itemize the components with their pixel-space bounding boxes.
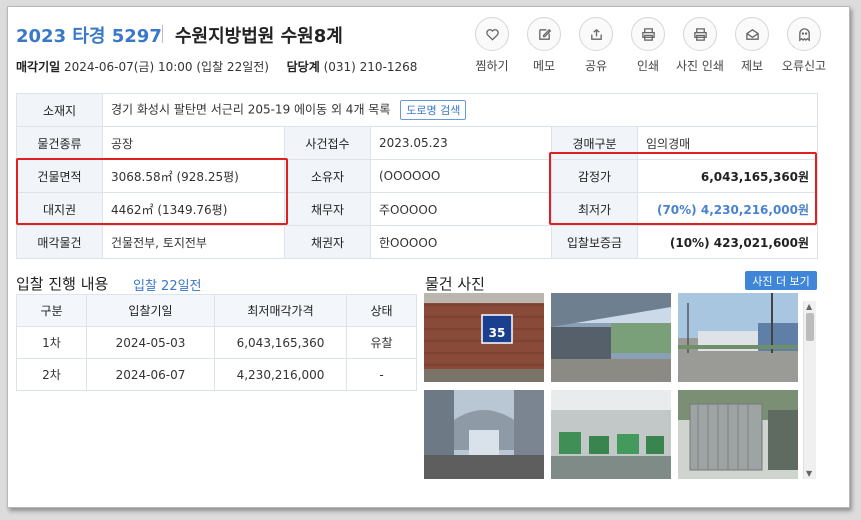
property-photo[interactable] <box>551 293 671 382</box>
report-label: 제보 <box>740 59 764 73</box>
debtor-label: 채무자 <box>284 192 371 226</box>
bid-history-table: 구분 입찰기일 최저매각가격 상태 1차 2024-05-03 6,043,16… <box>16 294 417 391</box>
memo-icon <box>538 28 551 40</box>
table-row: 1차 2024-05-03 6,043,165,360 유찰 <box>16 326 417 359</box>
court-name: 수원지방법원 수원8계 <box>175 26 343 47</box>
sale-item-label: 매각물건 <box>16 225 103 259</box>
bid-date: 2024-06-07 <box>86 358 215 391</box>
action-toolbar: 찜하기 메모 공유 인쇄 사진 인쇄 제보 오류신고 <box>466 17 830 74</box>
filed-value: 2023.05.23 <box>370 126 552 160</box>
sale-item-value: 건물전부, 토지전부 <box>102 225 285 259</box>
filed-label: 사건접수 <box>284 126 371 160</box>
bid-col-min-price: 최저매각가격 <box>214 294 347 327</box>
bid-col-round: 구분 <box>16 294 87 327</box>
officer-phone: (031) 210-1268 <box>323 60 418 74</box>
deposit-label: 입찰보증금 <box>551 225 638 259</box>
location-value: 경기 화성시 팔탄면 서근리 205-19 에이동 외 4개 목록 <box>111 102 391 117</box>
table-row: 2차 2024-06-07 4,230,216,000 - <box>16 358 417 391</box>
case-number[interactable]: 2023 타경 5297 <box>16 22 162 48</box>
share-label: 공유 <box>584 59 608 73</box>
print-label: 인쇄 <box>636 59 660 73</box>
report-icon <box>745 28 759 40</box>
bid-table-header: 구분 입찰기일 최저매각가격 상태 <box>16 294 417 327</box>
photo-scrollbar[interactable]: ▲ ▼ <box>803 301 816 479</box>
type-label: 물건종류 <box>16 126 103 160</box>
bid-status: 유찰 <box>346 326 417 359</box>
officer-label: 담당계 <box>286 60 320 74</box>
area-highlight-box <box>16 158 288 225</box>
error-report-button[interactable]: 오류신고 <box>778 17 830 74</box>
heart-icon <box>485 28 499 41</box>
debtor-value: 주OOOOO <box>370 192 552 226</box>
location-cell: 경기 화성시 팔탄면 서근리 205-19 에이동 외 4개 목록 도로명 검색 <box>101 93 819 127</box>
share-button[interactable]: 공유 <box>570 17 622 74</box>
favorite-button[interactable]: 찜하기 <box>466 17 518 74</box>
scroll-down-icon[interactable]: ▼ <box>806 469 812 478</box>
bid-round: 2차 <box>16 358 87 391</box>
bid-status: - <box>346 358 417 391</box>
bid-round: 1차 <box>16 326 87 359</box>
bid-col-status: 상태 <box>346 294 417 327</box>
property-photo[interactable] <box>424 390 544 479</box>
photo-print-icon <box>693 27 707 41</box>
favorite-label: 찜하기 <box>475 59 509 73</box>
title-divider <box>162 25 163 43</box>
auction-meta: 매각기일 2024-06-07(금) 10:00 (입찰 22일전) 담당계 (… <box>16 58 417 75</box>
bid-section-dday: 입찰 22일전 <box>133 279 202 294</box>
bid-section-title: 입찰 진행 내용 <box>16 275 109 293</box>
print-icon <box>641 27 655 41</box>
share-icon <box>590 28 602 40</box>
deposit-value: (10%) 423,021,600원 <box>636 225 819 259</box>
property-photo[interactable] <box>678 390 798 479</box>
auction-date-value: 2024-06-07(금) 10:00 (입찰 22일전) <box>64 60 269 74</box>
property-photo[interactable] <box>551 390 671 479</box>
price-highlight-box <box>549 152 817 225</box>
auction-date-label: 매각기일 <box>16 60 61 74</box>
print-button[interactable]: 인쇄 <box>622 17 674 74</box>
error-report-label: 오류신고 <box>781 59 827 73</box>
property-photo[interactable]: 35 <box>424 293 544 382</box>
scrollbar-thumb[interactable] <box>806 313 814 341</box>
creditor-label: 채권자 <box>284 225 371 259</box>
ghost-icon <box>798 27 810 41</box>
scroll-up-icon[interactable]: ▲ <box>806 302 812 311</box>
house-number-sign: 35 <box>489 326 506 340</box>
location-label: 소재지 <box>16 93 103 127</box>
bid-col-date: 입찰기일 <box>86 294 215 327</box>
more-photos-button[interactable]: 사진 더 보기 <box>745 271 817 290</box>
property-photo[interactable] <box>678 293 798 382</box>
photo-section-title: 물건 사진 <box>425 275 485 293</box>
creditor-value: 한OOOOO <box>370 225 552 259</box>
bid-min-price: 4,230,216,000 <box>214 358 347 391</box>
photo-grid: 35 <box>424 293 804 485</box>
memo-button[interactable]: 메모 <box>518 17 570 74</box>
photo-print-button[interactable]: 사진 인쇄 <box>674 17 726 74</box>
road-search-button[interactable]: 도로명 검색 <box>400 100 467 120</box>
owner-value: (OOOOOO <box>370 159 552 193</box>
bid-min-price: 6,043,165,360 <box>214 326 347 359</box>
report-button[interactable]: 제보 <box>726 17 778 74</box>
photo-print-label: 사진 인쇄 <box>676 59 724 73</box>
bid-date: 2024-05-03 <box>86 326 215 359</box>
owner-label: 소유자 <box>284 159 371 193</box>
memo-label: 메모 <box>532 59 556 73</box>
type-value: 공장 <box>102 126 285 160</box>
